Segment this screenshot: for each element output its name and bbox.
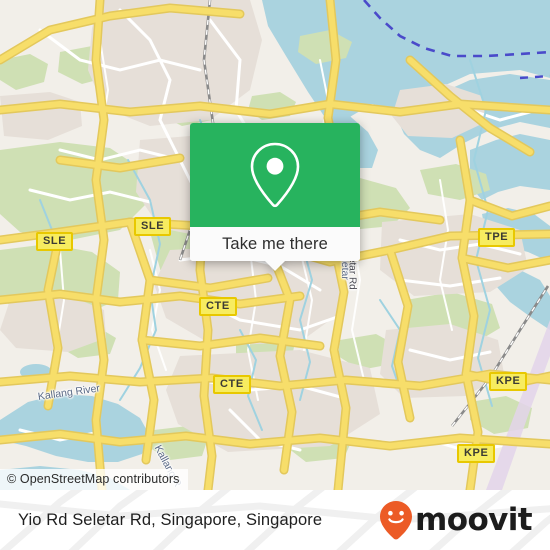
popup-action-area[interactable]: Take me there <box>190 227 360 261</box>
road-shield-cte-2: CTE <box>213 375 251 394</box>
popup-pointer-tail <box>265 261 285 271</box>
road-shield-tpe: TPE <box>478 228 516 247</box>
road-shield-kpe-2: KPE <box>457 444 496 463</box>
moovit-map-screenshot: SLE SLE CTE CTE TPE KPE KPE Kallang Rive… <box>0 0 550 550</box>
location-title: Yio Rd Seletar Rd, Singapore, Singapore <box>18 510 323 529</box>
map-popup-card[interactable]: Take me there <box>190 123 360 271</box>
footer-bar: Yio Rd Seletar Rd, Singapore, Singapore … <box>0 490 550 550</box>
road-shield-cte-1: CTE <box>199 297 237 316</box>
road-shield-sle-1: SLE <box>36 232 74 251</box>
popup-body: Take me there <box>190 123 360 261</box>
moovit-brand[interactable]: moovit <box>379 500 533 540</box>
moovit-smiley-pin-icon <box>380 501 413 540</box>
osm-attribution[interactable]: © OpenStreetMap contributors <box>0 469 188 490</box>
popup-icon-area <box>190 123 360 227</box>
moovit-wordmark: moovit <box>415 501 533 538</box>
footer-inner: Yio Rd Seletar Rd, Singapore, Singapore … <box>0 490 550 550</box>
road-shield-sle-2: SLE <box>134 217 172 236</box>
map-pin-icon <box>250 142 300 208</box>
road-shield-kpe-1: KPE <box>489 372 528 391</box>
take-me-there-label: Take me there <box>222 234 328 253</box>
